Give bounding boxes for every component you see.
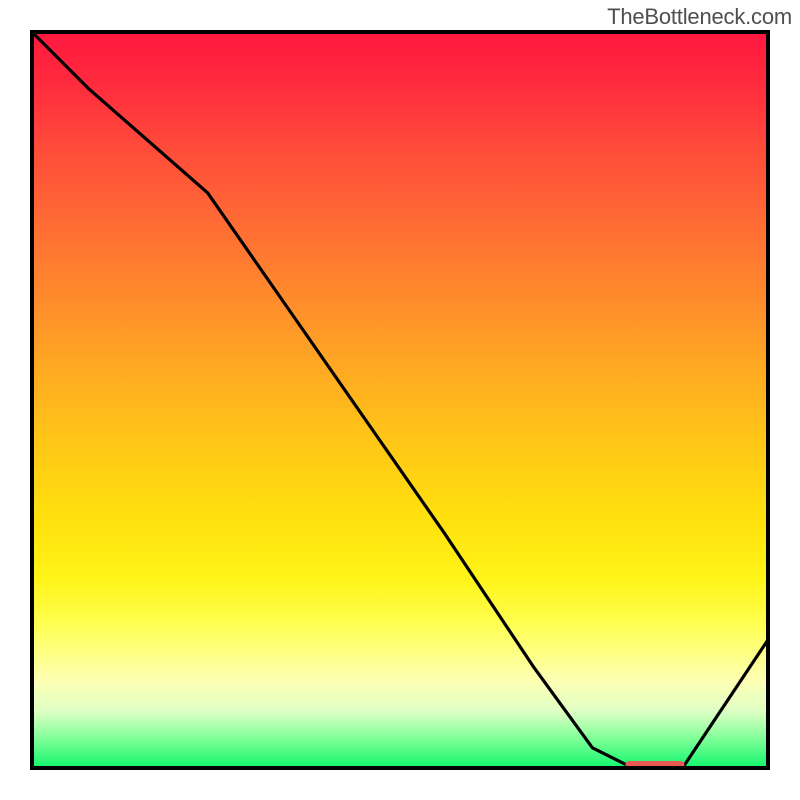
watermark-text: TheBottleneck.com <box>607 4 792 30</box>
chart-area <box>30 30 770 770</box>
optimal-range-marker <box>626 761 685 769</box>
chart-line-layer <box>30 30 770 770</box>
mismatch-curve-path <box>30 30 770 770</box>
